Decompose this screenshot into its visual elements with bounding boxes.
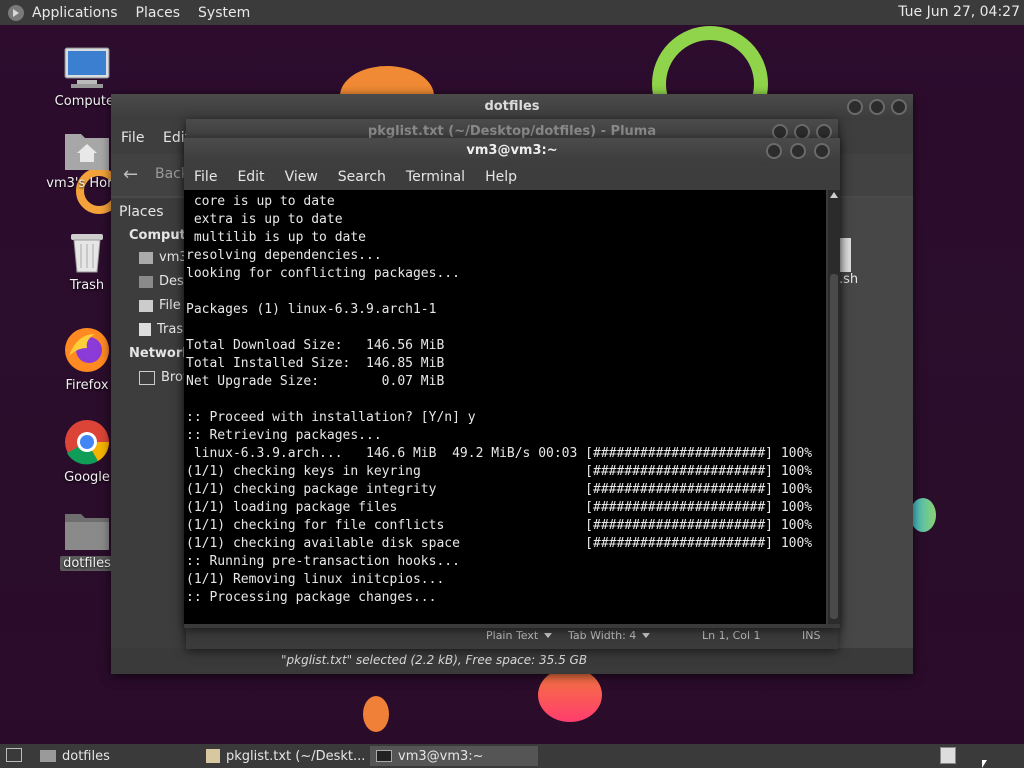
terminal-text: core is up to date extra is up to date m… (186, 194, 813, 605)
text-editor-icon (206, 749, 220, 763)
folder-icon (63, 510, 111, 552)
taskbar-item-label: vm3@vm3:~ (398, 748, 484, 764)
terminal-titlebar[interactable]: vm3@vm3:~ (184, 138, 840, 164)
maximize-button[interactable] (869, 99, 885, 115)
terminal-menu-terminal[interactable]: Terminal (406, 169, 465, 185)
window-title: dotfiles (484, 99, 540, 114)
desktop-icon-label: dotfiles (60, 556, 114, 571)
terminal-window[interactable]: vm3@vm3:~ File Edit View Search Terminal… (184, 138, 840, 628)
clock[interactable]: Tue Jun 27, 04:27 (898, 4, 1020, 20)
window-title: pkglist.txt (~/Desktop/dotfiles) - Pluma (367, 124, 657, 139)
terminal-menubar: File Edit View Search Terminal Help (184, 164, 840, 190)
terminal-menu-edit[interactable]: Edit (237, 169, 264, 185)
workspace-switcher-icon[interactable] (940, 747, 956, 764)
window-title: vm3@vm3:~ (466, 143, 558, 158)
terminal-output[interactable]: core is up to date extra is up to date m… (184, 190, 826, 624)
status-text: "pkglist.txt" selected (2.2 kB), Free sp… (281, 653, 588, 667)
maximize-button[interactable] (790, 143, 806, 159)
computer-icon (63, 46, 111, 90)
taskbar-item-dotfiles[interactable]: dotfiles (34, 746, 196, 766)
scroll-up-arrow-icon[interactable] (830, 192, 838, 198)
trash-icon (139, 323, 151, 336)
minimize-button[interactable] (847, 99, 863, 115)
minimize-button[interactable] (766, 143, 782, 159)
taskbar-item-pluma[interactable]: pkglist.txt (~/Deskt... (200, 746, 366, 766)
cursor-position: Ln 1, Col 1 (702, 629, 761, 642)
home-icon (139, 251, 153, 264)
sidebar-item-home[interactable]: vm3 (139, 250, 188, 265)
file-item-label: .sh (839, 272, 859, 287)
scrollbar-thumb[interactable] (830, 274, 838, 619)
terminal-menu-search[interactable]: Search (338, 169, 386, 185)
system-menu[interactable]: System (198, 5, 250, 21)
taskbar-item-terminal[interactable]: vm3@vm3:~ (370, 746, 538, 766)
terminal-menu-help[interactable]: Help (485, 169, 517, 185)
network-icon (139, 370, 155, 385)
syntax-label: Plain Text (486, 629, 539, 642)
desktop-icon (139, 275, 153, 288)
distro-logo-icon[interactable] (8, 4, 24, 21)
file-menu[interactable]: File (121, 130, 144, 146)
terminal-icon (376, 750, 392, 762)
chevron-down-icon (544, 633, 553, 638)
places-menu[interactable]: Places (136, 5, 181, 21)
tab-width-label: Tab Width: 4 (568, 629, 637, 642)
pluma-statusbar: Plain Text Tab Width: 4 Ln 1, Col 1 INS (186, 625, 838, 649)
wallpaper-small-orange-shape (363, 696, 389, 732)
sidebar: Places Computer vm3 Desktop File System … (111, 198, 267, 648)
close-button[interactable] (814, 143, 830, 159)
applications-menu[interactable]: Applications (32, 5, 118, 21)
bottom-taskbar: dotfiles pkglist.txt (~/Deskt... vm3@vm3… (0, 744, 1024, 768)
close-button[interactable] (891, 99, 907, 115)
firefox-icon (63, 326, 111, 374)
insert-mode: INS (802, 629, 821, 642)
tab-width-selector[interactable]: Tab Width: 4 (568, 629, 651, 642)
wallpaper-red-shape (538, 668, 602, 722)
sidebar-section-network: Network (129, 346, 191, 361)
sidebar-header[interactable]: Places (119, 204, 164, 220)
terminal-menu-file[interactable]: File (194, 169, 217, 185)
folder-icon (40, 750, 56, 762)
terminal-scrollbar[interactable] (828, 190, 840, 624)
trash-icon (67, 230, 107, 274)
home-folder-icon (63, 128, 111, 172)
mouse-cursor-icon (982, 760, 987, 768)
wallpaper-teal-shape (910, 498, 936, 532)
top-panel: Applications Places System Tue Jun 27, 0… (0, 0, 1024, 25)
syntax-selector[interactable]: Plain Text (486, 629, 553, 642)
taskbar-item-label: dotfiles (62, 748, 110, 764)
terminal-menu-view[interactable]: View (285, 169, 318, 185)
file-manager-titlebar[interactable]: dotfiles (111, 94, 913, 120)
show-desktop-icon[interactable] (6, 748, 22, 762)
chrome-icon (63, 418, 111, 466)
chevron-down-icon (642, 633, 651, 638)
file-manager-statusbar: "pkglist.txt" selected (2.2 kB), Free sp… (111, 648, 913, 674)
drive-icon (139, 299, 153, 312)
taskbar-item-label: pkglist.txt (~/Deskt... (226, 748, 366, 764)
back-arrow-icon[interactable]: ← (123, 164, 138, 185)
